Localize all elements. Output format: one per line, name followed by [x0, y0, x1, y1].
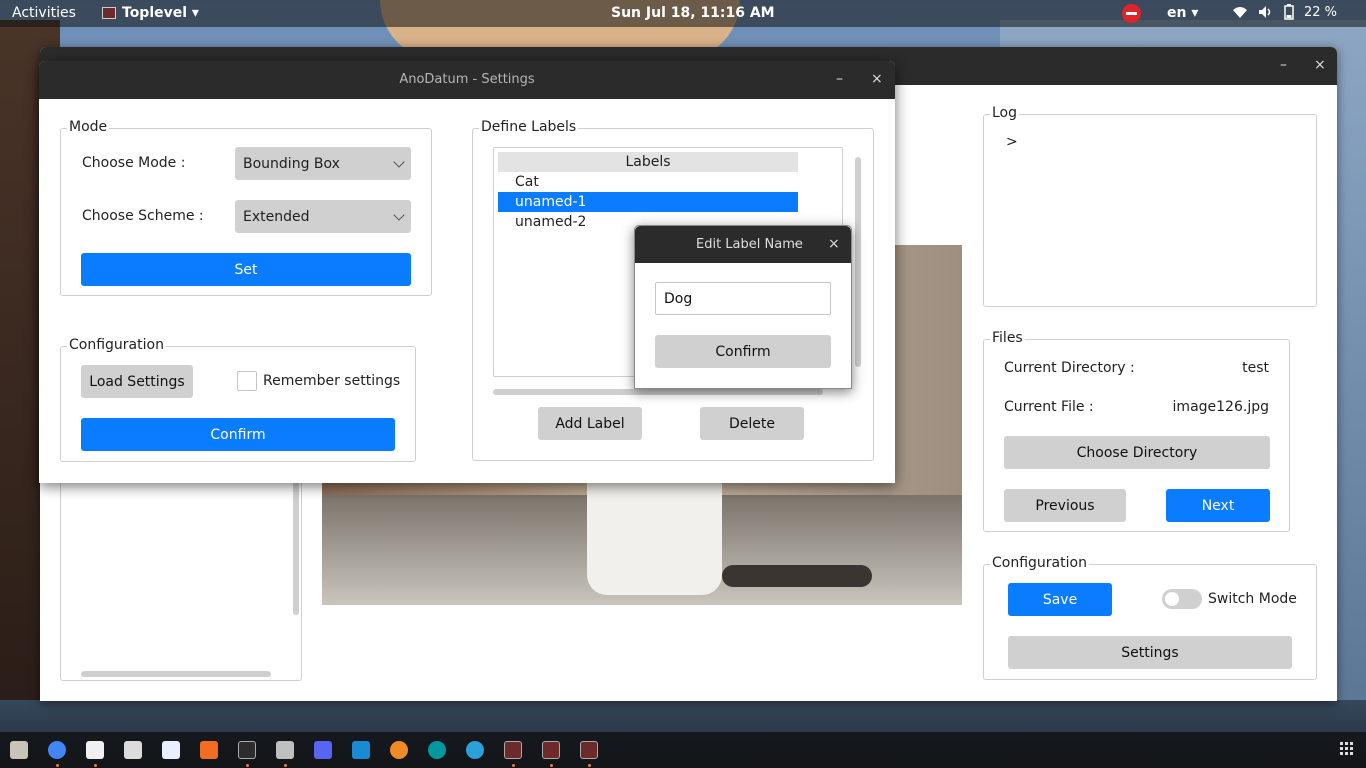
- configuration-title: Configuration: [990, 555, 1089, 571]
- edit-dialog-titlebar[interactable]: Edit Label Name – ×: [635, 226, 851, 263]
- configuration-group: Configuration Save Switch Mode Settings: [983, 555, 1317, 680]
- confirm-button[interactable]: Confirm: [655, 335, 831, 368]
- app-icon[interactable]: [390, 741, 408, 759]
- activities-button[interactable]: Activities: [12, 5, 76, 21]
- window-icon[interactable]: [580, 741, 598, 759]
- previous-button[interactable]: Previous: [1004, 489, 1126, 522]
- calculator-icon[interactable]: [124, 741, 142, 759]
- files-title: Files: [990, 330, 1025, 346]
- settings-titlebar[interactable]: AnoDatum - Settings – ×: [39, 61, 895, 99]
- horizontal-scrollbar[interactable]: [493, 389, 823, 395]
- running-indicator: [56, 764, 59, 767]
- battery-icon: [1284, 4, 1294, 20]
- label-name-input[interactable]: [655, 282, 831, 315]
- current-file-value: image126.jpg: [1172, 399, 1269, 415]
- choose-scheme-label: Choose Scheme :: [82, 208, 204, 224]
- save-button[interactable]: Save: [1008, 583, 1112, 616]
- settings-title: AnoDatum - Settings: [399, 72, 535, 87]
- log-group: Log >: [983, 105, 1317, 307]
- vscode-icon[interactable]: [352, 741, 370, 759]
- window-icon[interactable]: [542, 741, 560, 759]
- delete-button[interactable]: Delete: [700, 407, 804, 440]
- app-icon[interactable]: [86, 741, 104, 759]
- current-directory-label: Current Directory :: [1004, 360, 1135, 376]
- wifi-icon: [1233, 7, 1247, 18]
- minimize-button[interactable]: –: [1280, 57, 1287, 73]
- choose-scheme-value: Extended: [243, 208, 310, 225]
- remember-settings-checkbox[interactable]: [237, 371, 257, 391]
- labels-list-header[interactable]: Labels: [498, 152, 798, 172]
- mode-title: Mode: [67, 119, 110, 135]
- close-button[interactable]: ×: [871, 71, 883, 87]
- next-button[interactable]: Next: [1166, 489, 1270, 522]
- files-icon[interactable]: [10, 741, 28, 759]
- app-icon: [102, 7, 116, 19]
- close-button[interactable]: ×: [1314, 57, 1326, 73]
- choose-scheme-select[interactable]: Extended: [235, 200, 411, 233]
- minimize-button[interactable]: –: [836, 71, 843, 87]
- minimize-button[interactable]: –: [794, 236, 801, 252]
- current-file-label: Current File :: [1004, 399, 1094, 415]
- language-selector[interactable]: en ▾: [1167, 5, 1198, 21]
- volume-icon: [1259, 6, 1271, 18]
- software-center-icon[interactable]: [200, 741, 218, 759]
- log-title: Log: [990, 105, 1020, 121]
- running-indicator: [246, 764, 249, 767]
- image-region: [722, 565, 872, 587]
- system-tray[interactable]: 22 %: [1232, 4, 1337, 20]
- choose-mode-value: Bounding Box: [243, 155, 340, 172]
- load-settings-button[interactable]: Load Settings: [81, 365, 193, 398]
- log-prompt: >: [1006, 134, 1018, 150]
- settings-button[interactable]: Settings: [1008, 636, 1292, 669]
- vertical-scrollbar[interactable]: [855, 157, 861, 367]
- terminal-icon[interactable]: [238, 741, 256, 759]
- running-indicator: [94, 764, 97, 767]
- running-indicator: [512, 764, 515, 767]
- app-menu[interactable]: Toplevel ▾: [102, 5, 199, 21]
- mode-group: Mode Choose Mode : Bounding Box Choose S…: [60, 119, 432, 296]
- running-indicator: [284, 764, 287, 767]
- telegram-icon[interactable]: [466, 741, 484, 759]
- running-indicator: [550, 764, 553, 767]
- configuration-title: Configuration: [67, 337, 166, 353]
- chrome-icon[interactable]: [48, 741, 66, 759]
- set-button[interactable]: Set: [81, 253, 411, 286]
- chevron-down-icon: [393, 156, 405, 168]
- list-item[interactable]: unamed-1: [498, 192, 798, 212]
- switch-mode-label: Switch Mode: [1208, 591, 1297, 607]
- document-icon[interactable]: [162, 741, 180, 759]
- close-button[interactable]: ×: [828, 236, 840, 252]
- switch-mode-toggle[interactable]: [1162, 589, 1202, 609]
- remember-settings-label: Remember settings: [263, 373, 401, 389]
- edit-dialog-title: Edit Label Name: [696, 237, 803, 252]
- tools-icon[interactable]: [276, 741, 294, 759]
- app-grid-icon[interactable]: [1340, 742, 1354, 756]
- current-directory-value: test: [1242, 360, 1269, 376]
- arduino-icon[interactable]: [428, 741, 446, 759]
- edit-label-dialog: Edit Label Name – × Confirm: [634, 225, 852, 389]
- horizontal-scrollbar[interactable]: [81, 671, 271, 677]
- window-icon[interactable]: [504, 741, 522, 759]
- choose-mode-select[interactable]: Bounding Box: [235, 147, 411, 180]
- do-not-disturb-icon[interactable]: [1122, 4, 1141, 23]
- settings-configuration-group: Configuration Load Settings Remember set…: [60, 337, 416, 462]
- discord-icon[interactable]: [314, 741, 332, 759]
- files-group: Files Current Directory : test Current F…: [983, 330, 1290, 532]
- define-labels-title: Define Labels: [479, 119, 579, 135]
- confirm-button[interactable]: Confirm: [81, 418, 395, 451]
- list-item[interactable]: Cat: [498, 172, 798, 192]
- chevron-down-icon: [393, 209, 405, 221]
- battery-percent: 22 %: [1304, 4, 1338, 20]
- clock[interactable]: Sun Jul 18, 11:16 AM: [611, 5, 775, 21]
- app-menu-label: Toplevel ▾: [122, 5, 199, 21]
- add-label-button[interactable]: Add Label: [538, 407, 642, 440]
- running-indicator: [588, 764, 591, 767]
- choose-mode-label: Choose Mode :: [82, 155, 186, 171]
- top-bar: Activities Toplevel ▾ Sun Jul 18, 11:16 …: [0, 0, 1366, 27]
- choose-directory-button[interactable]: Choose Directory: [1004, 436, 1270, 469]
